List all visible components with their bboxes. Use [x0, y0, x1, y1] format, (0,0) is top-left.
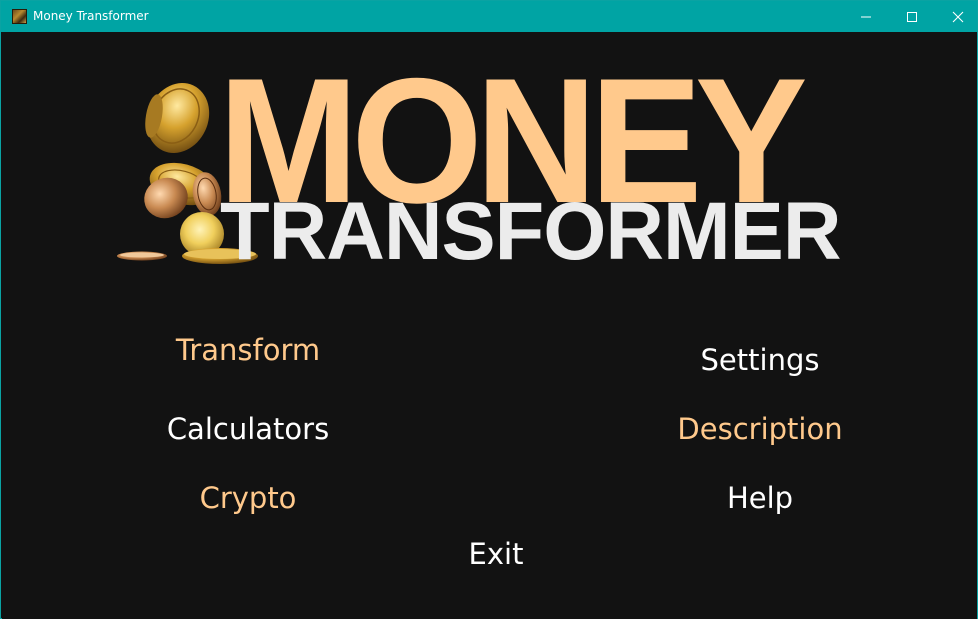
transform-button[interactable]: Transform	[176, 332, 320, 368]
minimize-icon	[861, 16, 871, 18]
description-button[interactable]: Description	[677, 411, 842, 447]
close-button[interactable]	[935, 1, 978, 32]
help-button[interactable]: Help	[727, 480, 793, 516]
window-title: Money Transformer	[33, 9, 149, 23]
logo-title-transformer: TRANSFORMER	[220, 186, 841, 277]
close-icon	[952, 11, 964, 23]
maximize-icon	[907, 12, 917, 22]
maximize-button[interactable]	[889, 1, 935, 32]
minimize-button[interactable]	[843, 1, 889, 32]
settings-button[interactable]: Settings	[701, 342, 820, 378]
app-window: Money Transformer MONEY TRANSFORMER Tran…	[0, 0, 978, 619]
exit-button[interactable]: Exit	[469, 536, 524, 572]
title-bar[interactable]: Money Transformer	[1, 1, 977, 32]
main-content: MONEY TRANSFORMER Transform Settings Cal…	[2, 32, 977, 619]
crypto-button[interactable]: Crypto	[200, 480, 297, 516]
calculators-button[interactable]: Calculators	[167, 411, 329, 447]
money-app-icon	[12, 9, 27, 24]
